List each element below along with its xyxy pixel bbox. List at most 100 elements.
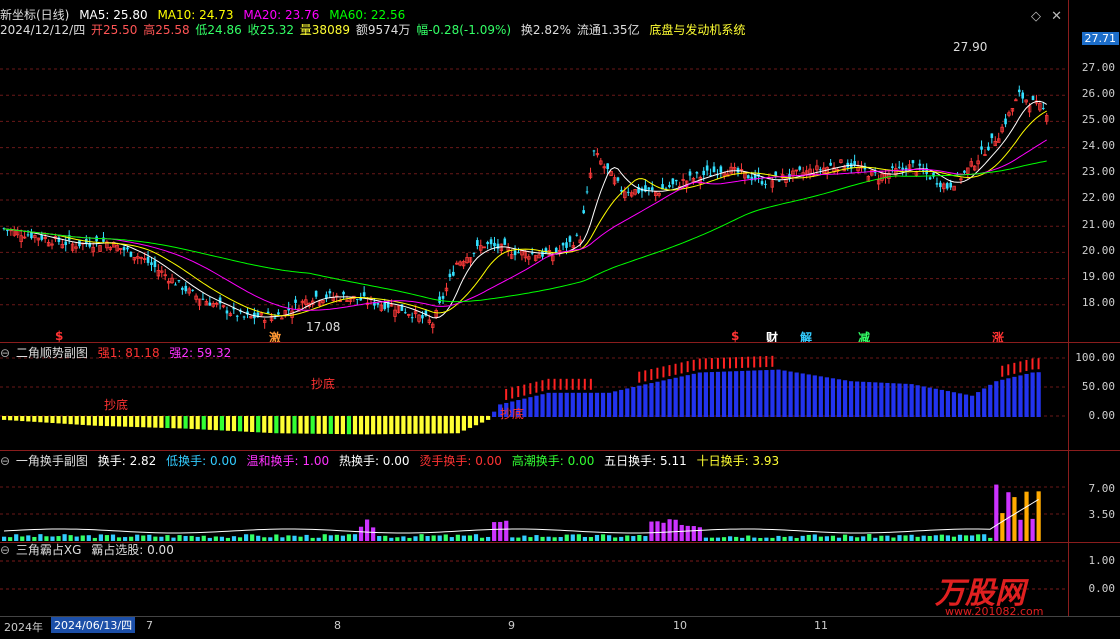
trend-bar	[909, 384, 914, 417]
turnover-bar	[933, 535, 938, 541]
signal-marker[interactable]: 减	[858, 329, 870, 342]
trend-bar	[461, 416, 466, 431]
trend-bar	[425, 416, 430, 434]
trend-bar	[685, 375, 690, 417]
trend-bar	[649, 383, 654, 417]
turnover-bar	[2, 536, 7, 541]
trend-bar	[994, 381, 999, 417]
trend-bar	[594, 392, 600, 417]
turnover-bar	[340, 535, 345, 541]
sector-label: 底盘与发动机系统	[649, 23, 746, 37]
ma10-line	[3, 110, 1047, 317]
trend-bar	[806, 374, 811, 417]
trend-bar	[74, 416, 79, 425]
turnover-bar	[225, 537, 231, 541]
turnover-bar	[982, 534, 987, 541]
xg-subchart-panel[interactable]: ⊖ 三角霸占XG 霸占选股: 0.00 万股网	[0, 543, 1068, 616]
signal-marker[interactable]: $	[731, 329, 739, 342]
turnover-bar	[855, 537, 860, 541]
candle-body	[404, 312, 407, 314]
candle-body	[705, 165, 709, 171]
price-tick: 25.00	[1081, 113, 1115, 126]
turnover-bar	[274, 534, 279, 541]
amount-label: 额9574万	[355, 23, 411, 37]
trend-bar	[68, 416, 73, 425]
turnover-bar	[782, 536, 787, 541]
turnover-bar	[20, 536, 25, 541]
collapse-icon[interactable]: ⊖	[0, 454, 10, 468]
trend-bar	[818, 376, 823, 417]
trend-bar	[322, 416, 327, 434]
close-icon[interactable]: ✕	[1051, 9, 1062, 24]
price-chart[interactable]	[0, 0, 1068, 342]
volume-label: 量38089	[299, 23, 350, 37]
turnover-bar	[752, 537, 757, 541]
turnover-subchart-panel[interactable]: ⊖ 一角换手副图 换手: 2.82 低换手: 0.00 温和换手: 1.00 热…	[0, 451, 1068, 542]
trend-bar	[123, 416, 128, 427]
turnover-bar	[123, 537, 128, 541]
candle-body	[476, 240, 479, 247]
trend-bar	[316, 416, 321, 434]
turnover-bar	[316, 537, 321, 541]
trend-bar	[153, 416, 158, 428]
trend-bar	[80, 416, 85, 425]
turnover-bar	[50, 536, 55, 541]
turnover-bar	[697, 527, 702, 541]
trend-subchart-panel[interactable]: ⊖ 二角顺势副图 强1: 81.18 强2: 59.32 抄底 抄底 抄底	[0, 343, 1068, 450]
turnover-bar	[395, 537, 400, 541]
turnover-bar	[903, 535, 908, 541]
candle-body	[606, 163, 609, 170]
candle-body	[760, 181, 764, 185]
price-tick: 27.00	[1081, 61, 1115, 74]
trend-bar	[346, 416, 352, 435]
trend-bar	[607, 392, 612, 417]
turnover-bar	[546, 536, 551, 541]
candle-body	[201, 298, 205, 300]
trend-bar	[443, 416, 448, 434]
signal-marker[interactable]: 解	[800, 329, 812, 342]
trend-bar	[637, 385, 642, 417]
signal-marker[interactable]: 涨	[992, 329, 1004, 342]
turnover-bar	[449, 537, 454, 541]
turnover-bar	[643, 536, 648, 541]
collapse-icon[interactable]: ⊖	[0, 346, 10, 360]
turnover-bar	[98, 534, 103, 541]
turnover-item: 低换手: 0.00	[166, 454, 237, 468]
quote-info: 2024/12/12/四 开25.50 高25.58 低24.86 收25.32…	[0, 23, 751, 37]
window-controls[interactable]: ◇ ✕	[1031, 9, 1062, 24]
signal-marker[interactable]: 财	[766, 329, 778, 342]
date-axis: 2024年 2024/06/13/四 7 8 9 10 11	[0, 616, 1120, 639]
turnover-bar	[86, 535, 91, 541]
trend-bar	[365, 416, 370, 435]
turnover-bar	[540, 536, 545, 541]
trend-bar	[1036, 372, 1041, 417]
candle-body	[575, 234, 579, 236]
trend-bar	[479, 416, 485, 423]
diamond-icon[interactable]: ◇	[1031, 9, 1041, 24]
candle-body	[328, 291, 332, 294]
turnover-bar	[607, 535, 612, 541]
signal-marker[interactable]: 激	[269, 329, 281, 342]
signal-marker[interactable]: $	[55, 329, 63, 342]
trend-bar	[709, 372, 715, 417]
turnover-bar	[728, 536, 733, 541]
candle-body	[452, 271, 455, 276]
turnover-bar	[129, 536, 134, 541]
sub3-axis: 1.00 0.00	[1068, 543, 1120, 616]
candle-body	[129, 251, 133, 257]
candle-body	[242, 316, 246, 318]
turnover-bar	[80, 535, 85, 541]
trend-bar	[195, 416, 200, 430]
turnover-avg-line	[3, 499, 1039, 534]
candle-body	[448, 273, 452, 278]
trend-bar	[921, 386, 926, 417]
turnover-bar	[371, 527, 376, 541]
high-label: 高25.58	[143, 23, 190, 37]
turnover-bar	[358, 526, 364, 541]
candle-body	[626, 191, 630, 193]
turnover-bar	[1012, 497, 1017, 541]
trend-bar	[600, 392, 606, 417]
trend-bar	[377, 416, 382, 435]
main-chart-panel[interactable]: 新坐标(日线) MA5: 25.80 MA10: 24.73 MA20: 23.…	[0, 0, 1068, 342]
turnover-bar	[558, 537, 563, 541]
